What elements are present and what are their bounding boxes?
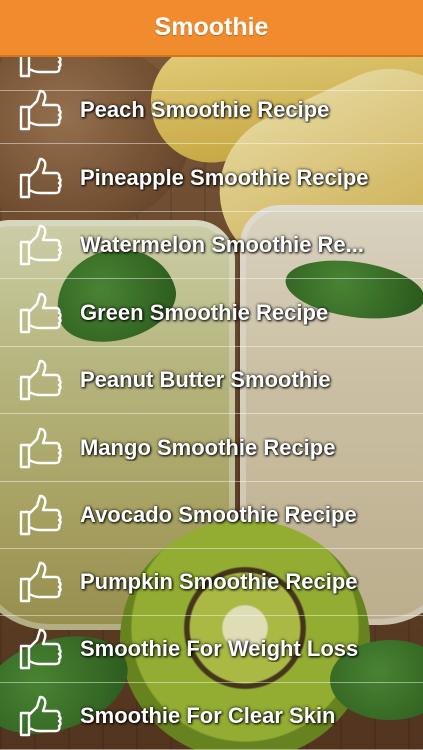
thumbs-up-icon — [19, 628, 62, 669]
list-item[interactable]: Avocado Smoothie Recipe — [0, 481, 423, 549]
list-item-label: Watermelon Smoothie Re... — [80, 231, 365, 257]
list-item-label: Peanut Butter Smoothie — [80, 366, 331, 392]
list-item-label: Pumpkin Smoothie Recipe — [80, 568, 358, 594]
list-item[interactable]: Smoothie For Weight Loss — [0, 615, 423, 683]
list-item[interactable]: Watermelon Smoothie Re... — [0, 211, 423, 279]
list-item[interactable]: Pumpkin Smoothie Recipe — [0, 548, 423, 616]
list-item[interactable]: Peach Smoothie Recipe — [0, 76, 423, 144]
list-item[interactable]: Peanut Butter Smoothie — [0, 346, 423, 414]
thumbs-up-icon — [19, 157, 62, 198]
thumbs-up-icon — [19, 359, 62, 400]
thumbs-up-icon — [19, 427, 62, 468]
list-item[interactable]: Smoothie For Clear Skin — [0, 682, 423, 750]
list-item-label: Mango Smoothie Recipe — [80, 434, 336, 460]
thumbs-up-icon — [19, 292, 62, 333]
app-header: Smoothie — [0, 0, 423, 57]
list-item[interactable]: Pineapple Smoothie Recipe — [0, 144, 423, 212]
list-item[interactable]: Green Smoothie Recipe — [0, 279, 423, 347]
list-item[interactable]: Mango Smoothie Recipe — [0, 414, 423, 482]
thumbs-up-icon — [19, 695, 62, 736]
thumbs-up-icon — [19, 494, 62, 535]
page-title: Smoothie — [154, 13, 269, 41]
recipe-list[interactable]: Peach Smoothie Recipe Pineapple Smoothie… — [0, 57, 423, 750]
list-item-label: Pineapple Smoothie Recipe — [80, 164, 369, 190]
list-item-label: Smoothie For Weight Loss — [80, 635, 359, 661]
thumbs-up-icon — [19, 224, 62, 265]
list-item-label: Green Smoothie Recipe — [80, 299, 329, 325]
list-item-label: Avocado Smoothie Recipe — [80, 501, 357, 527]
list-item-label: Smoothie For Clear Skin — [80, 702, 336, 728]
list-item-label: Peach Smoothie Recipe — [80, 96, 330, 122]
thumbs-up-icon — [19, 89, 62, 130]
thumbs-up-icon — [19, 561, 62, 602]
